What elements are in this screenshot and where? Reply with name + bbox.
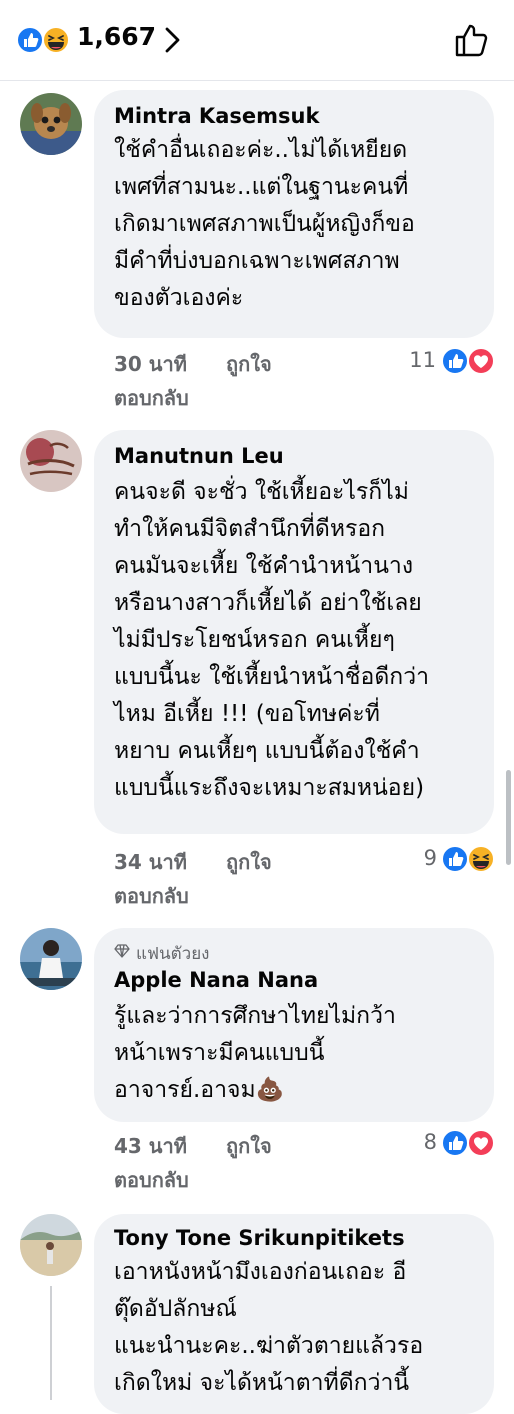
comment-line: ของตัวเองค่ะ <box>114 285 244 311</box>
comment-reaction-icons[interactable] <box>441 845 497 873</box>
like-icon <box>441 1129 469 1157</box>
like-button[interactable]: ถูกใจ <box>226 348 272 380</box>
comment-line: คนจะดี จะชั่ว ใช้เหี้ยอะไรก็ไม่ <box>114 479 409 505</box>
comment-author[interactable]: Tony Tone Srikunpitikets <box>114 1226 405 1250</box>
reaction-count[interactable]: 11 <box>396 348 436 372</box>
comment-line: เอาหนังหน้ามึงเองก่อนเถอะ อี <box>114 1259 407 1285</box>
chevron-right-icon[interactable] <box>162 26 182 54</box>
comment: Mintra Kasemsuk ใช้คำอื่นเถอะค่ะ..ไม่ได้… <box>0 90 514 420</box>
reaction-count[interactable]: 9 <box>397 846 437 870</box>
haha-icon <box>467 845 495 873</box>
thread-line <box>50 1286 52 1400</box>
haha-icon <box>42 26 70 54</box>
comment-reaction-icons[interactable] <box>441 347 497 375</box>
like-button[interactable]: ถูกใจ <box>226 1130 272 1162</box>
comment-line: เกิดมาเพศสภาพเป็นผู้หญิงก็ขอ <box>114 211 415 237</box>
avatar[interactable] <box>20 430 82 492</box>
avatar[interactable] <box>20 928 82 990</box>
reply-button[interactable]: ตอบกลับ <box>114 382 189 414</box>
comment-line: มีคำที่บ่งบอกเฉพาะเพศสภาพ <box>114 248 400 274</box>
comment-line: หน้าเพราะมีคนแบบนี้ <box>114 1040 325 1066</box>
comment-line: ทำให้คนมีจิตสำนึกที่ดีหรอก <box>114 516 386 542</box>
comment-reaction-icons[interactable] <box>441 1129 497 1157</box>
comment-line: ไหม อีเหี้ย !!! (ขอโทษค่ะที่ <box>114 701 380 727</box>
comment-bubble[interactable]: Manutnun Leu คนจะดี จะชั่ว ใช้เหี้ยอะไรก… <box>94 430 494 834</box>
diamond-icon <box>114 944 130 958</box>
comment-line: เกิดใหม่ จะได้หน้าตาที่ดีกว่านี้ <box>114 1370 410 1396</box>
reaction-icons <box>16 26 70 54</box>
comment-text: คนจะดี จะชั่ว ใช้เหี้ยอะไรก็ไม่ ทำให้คนม… <box>114 474 484 807</box>
comment-line: แบบนี้แระถึงจะเหมาะสมหน่อย) <box>114 775 425 801</box>
comment: แฟนตัวยง Apple Nana Nana รู้และว่าการศึก… <box>0 928 514 1198</box>
comment-line: ตุ๊ดอัปลักษณ์ <box>114 1296 237 1322</box>
like-icon <box>441 347 469 375</box>
comment-line: เพศที่สามนะ..แต่ในฐานะคนที่ <box>114 174 409 200</box>
comment-time: 34 นาที <box>114 850 187 874</box>
comment-line: ใช้คำอื่นเถอะค่ะ..ไม่ได้เหยียด <box>114 137 408 163</box>
comment-text: รู้และว่าการศึกษาไทยไม่กว้า หน้าเพราะมีค… <box>114 998 484 1109</box>
reaction-count[interactable]: 8 <box>397 1130 437 1154</box>
like-button[interactable]: ถูกใจ <box>226 846 272 878</box>
reply-button[interactable]: ตอบกลับ <box>114 1164 189 1196</box>
reply-button[interactable]: ตอบกลับ <box>114 880 189 912</box>
comment-text: เอาหนังหน้ามึงเองก่อนเถอะ อี ตุ๊ดอัปลักษ… <box>114 1254 484 1402</box>
comment-bubble[interactable]: Mintra Kasemsuk ใช้คำอื่นเถอะค่ะ..ไม่ได้… <box>94 90 494 338</box>
comment-bubble[interactable]: Tony Tone Srikunpitikets เอาหนังหน้ามึงเ… <box>94 1214 494 1414</box>
avatar[interactable] <box>20 93 82 155</box>
comment-line: หยาบ คนเหี้ยๆ แบบนี้ต้องใช้คำ <box>114 738 420 764</box>
comment-line: อาจารย์.อาจม💩 <box>114 1077 285 1103</box>
scrollbar[interactable] <box>506 770 511 865</box>
comment: Tony Tone Srikunpitikets เอาหนังหน้ามึงเ… <box>0 1214 514 1414</box>
avatar[interactable] <box>20 1214 82 1276</box>
comment-line: รู้และว่าการศึกษาไทยไม่กว้า <box>114 1003 396 1029</box>
comment-line: ไม่มีประโยชน์หรอก คนเหี้ยๆ <box>114 627 395 653</box>
comment-bubble[interactable]: แฟนตัวยง Apple Nana Nana รู้และว่าการศึก… <box>94 928 494 1122</box>
comment-author[interactable]: Manutnun Leu <box>114 444 284 468</box>
like-icon <box>441 845 469 873</box>
comment-line: คนมันจะเหี้ย ใช้คำนำหน้านาง <box>114 553 414 579</box>
comment-line: แนะนำนะคะ..ฆ่าตัวตายแล้วรอ <box>114 1333 424 1359</box>
comment-line: แบบนี้นะ ใช้เหี้ยนำหน้าชื่อดีกว่า <box>114 664 430 690</box>
comment-time: 43 นาที <box>114 1134 187 1158</box>
comment-author[interactable]: Mintra Kasemsuk <box>114 104 319 128</box>
like-outline-icon[interactable] <box>454 22 490 58</box>
love-icon <box>467 347 495 375</box>
comment: Manutnun Leu คนจะดี จะชั่ว ใช้เหี้ยอะไรก… <box>0 430 514 920</box>
comment-time: 30 นาที <box>114 352 187 376</box>
like-icon <box>16 26 44 54</box>
love-icon <box>467 1129 495 1157</box>
comment-line: หรือนางสาวก็เหี้ยได้ อย่าใช้เลย <box>114 590 422 616</box>
comment-author[interactable]: Apple Nana Nana <box>114 968 318 992</box>
reaction-total: 1,667 <box>77 22 157 51</box>
fan-badge: แฟนตัวยง <box>136 944 210 964</box>
comment-text: ใช้คำอื่นเถอะค่ะ..ไม่ได้เหยียด เพศที่สาม… <box>114 132 484 317</box>
reactions-summary-bar[interactable]: 1,667 <box>0 0 514 81</box>
